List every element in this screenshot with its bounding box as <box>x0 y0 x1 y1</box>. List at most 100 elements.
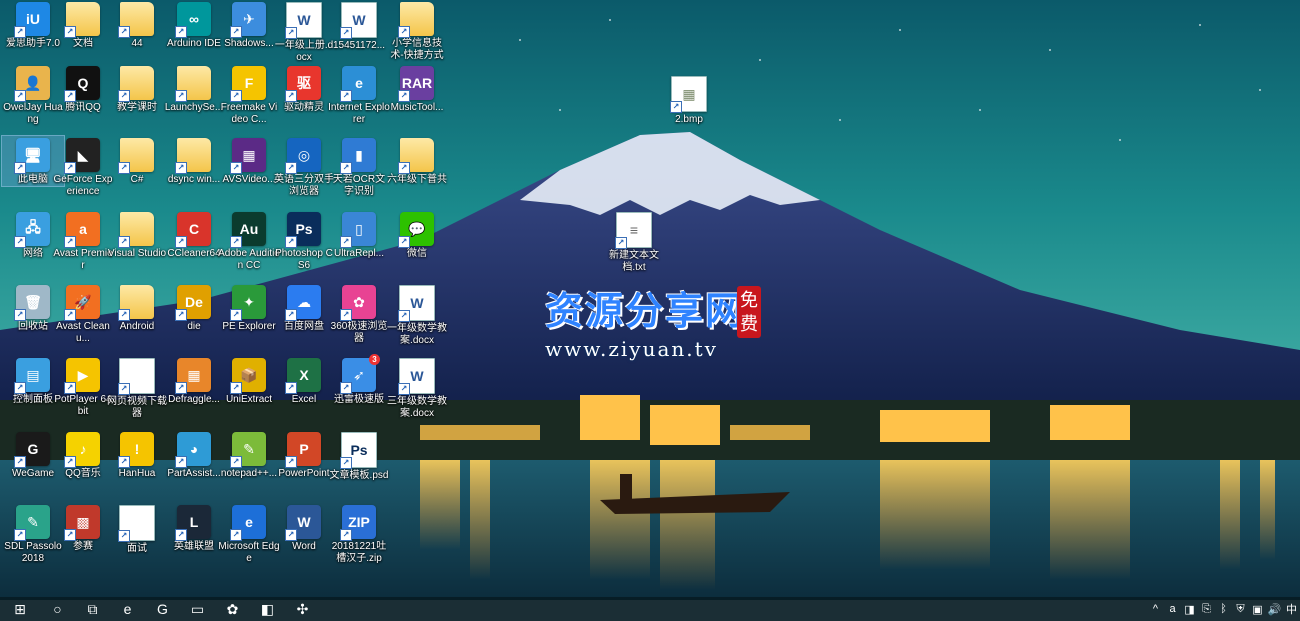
desktop-icon[interactable]: X ↗ Excel <box>273 356 335 406</box>
ime-icon[interactable]: 中 <box>1283 597 1300 621</box>
chevron-up-icon[interactable]: ^ <box>1147 597 1164 621</box>
bluetooth-icon[interactable]: ᛒ <box>1215 597 1232 621</box>
desktop-icon[interactable]: e ↗ Microsoft Edge <box>218 503 280 565</box>
desktop-icon[interactable]: Ps ↗ Photoshop CS6 <box>273 210 335 272</box>
desktop-icon[interactable]: ZIP ↗ 20181221吐槽汉子.zip <box>328 503 390 565</box>
desktop-icon[interactable]: ↗ LaunchySe... <box>163 64 225 114</box>
ultrarepl-icon: ▯ ↗ <box>340 212 376 248</box>
desktop-icon[interactable]: ↗ 六年级下普共 <box>386 136 448 186</box>
cleaner-icon[interactable]: ✣ <box>285 597 320 621</box>
zip-icon: ZIP ↗ <box>340 505 376 541</box>
desktop-icon[interactable]: ▩ ↗ 参赛 <box>52 503 114 553</box>
usb-icon[interactable]: ⎘ <box>1198 597 1215 621</box>
photoshop-icon: Ps ↗ <box>285 212 321 248</box>
desktop-icon[interactable]: ↗ 小学信息技术-快捷方式 <box>386 0 448 62</box>
desktop-icon[interactable]: a ↗ Avast Premier <box>52 210 114 272</box>
shortcut-arrow-icon: ↗ <box>118 236 130 248</box>
desktop-icon[interactable]: ↗ 教学课时 <box>106 64 168 114</box>
desktop-icon[interactable]: ↗ Android <box>106 283 168 333</box>
desktop-icon-label: 六年级下普共 <box>387 174 447 185</box>
avast-icon: a ↗ <box>64 212 100 248</box>
avast-cleanup-tray-icon[interactable]: ◨ <box>1181 597 1198 621</box>
desktop-icon[interactable]: ✈ ↗ Shadows... <box>218 0 280 50</box>
desktop-icon[interactable]: Au ↗ Adobe Audition CC <box>218 210 280 272</box>
desktop-icon[interactable]: RAR ↗ MusicTool... <box>386 64 448 114</box>
desktop-icon[interactable]: 📦 ↗ UniExtract <box>218 356 280 406</box>
desktop-icon[interactable]: ▮ ↗ 天若OCR文字识别 <box>328 136 390 198</box>
desktop-icon-label: 文档 <box>73 38 93 49</box>
desktop-icon[interactable]: W ↗ 15451172... <box>328 0 390 52</box>
desktop-icon[interactable]: W ↗ 三年级数学教案.docx <box>386 356 448 420</box>
desktop-icon[interactable]: ≡ ↗ 新建文本文档.txt <box>603 210 665 274</box>
word-doc-icon: W ↗ <box>340 2 377 39</box>
desktop-icon[interactable]: 🚀 ↗ Avast Cleanu... <box>52 283 114 345</box>
desktop-icon[interactable]: ◕ ↗ PartAssist... <box>163 430 225 480</box>
defraggler-icon: ▦ ↗ <box>175 358 211 394</box>
desktop-icon[interactable]: ▦ ↗ AVSVideo... <box>218 136 280 186</box>
network-tray-icon[interactable]: ▣ <box>1249 597 1266 621</box>
watermark: 资源分享网 www.ziyuan.tv 免费 <box>545 280 761 361</box>
rar-icon: RAR ↗ <box>398 66 434 102</box>
desktop-icon[interactable]: ➶ 3 ↗ 迅雷极速版 <box>328 354 390 406</box>
volume-icon[interactable]: 🔊 <box>1266 597 1283 621</box>
desktop-icon[interactable]: Q ↗ 腾讯QQ <box>52 64 114 114</box>
desktop-icon[interactable]: F ↗ Freemake Video C... <box>218 64 280 126</box>
desktop-icon[interactable]: ◣ ↗ GeForce Experience <box>52 136 114 198</box>
word-doc-icon: W ↗ <box>398 358 435 395</box>
desktop-icon[interactable]: ↗ 44 <box>106 0 168 50</box>
qq-icon: Q ↗ <box>64 66 100 102</box>
word-doc-icon: W ↗ <box>285 2 322 39</box>
system-tray: ^ a ◨ ⎘ ᛒ ⛨ ▣ 🔊 中 <box>1147 597 1300 621</box>
desktop-icon[interactable]: ✿ ↗ 360极速浏览器 <box>328 283 390 345</box>
desktop-icon[interactable]: ▦ ↗ 2.bmp <box>658 74 720 126</box>
file-explorer-icon[interactable]: ▭ <box>180 597 215 621</box>
desktop-icon[interactable]: ✎ ↗ notepad++... <box>218 430 280 480</box>
desktop-icon[interactable]: W ↗ 一年级上册.docx <box>273 0 335 64</box>
desktop-icon[interactable]: ▯ ↗ UltraRepl... <box>328 210 390 260</box>
desktop-icon[interactable]: ♪ ↗ QQ音乐 <box>52 430 114 480</box>
desktop-icon[interactable]: ↗ 面试 <box>106 503 168 555</box>
security-icon[interactable]: ⛨ <box>1232 597 1249 621</box>
desktop-icon[interactable]: W ↗ 一年级数学教案.docx <box>386 283 448 347</box>
desktop-icon[interactable]: ↗ 文档 <box>52 0 114 50</box>
desktop-icon[interactable]: 💬 ↗ 微信 <box>386 210 448 260</box>
shortcut-arrow-icon: ↗ <box>398 90 410 102</box>
app-icon[interactable]: ◧ <box>250 597 285 621</box>
desktop-icon[interactable]: C ↗ CCleaner64 <box>163 210 225 260</box>
windows-start-icon[interactable]: ⊞ <box>0 597 40 621</box>
shortcut-arrow-icon: ↗ <box>398 383 410 395</box>
gomplayer-icon[interactable]: G <box>145 597 180 621</box>
desktop-icon[interactable]: ∞ ↗ Arduino IDE <box>163 0 225 50</box>
shortcut-arrow-icon: ↗ <box>398 236 410 248</box>
desktop-icon-label: 44 <box>131 38 143 49</box>
360-browser-icon[interactable]: ✿ <box>215 597 250 621</box>
desktop-icon[interactable]: ✦ ↗ PE Explorer <box>218 283 280 333</box>
desktop-icon[interactable]: De ↗ die <box>163 283 225 333</box>
desktop-icon[interactable]: Ps ↗ 文章模板.psd <box>328 430 390 482</box>
desktop-icon[interactable]: ↗ 网页视频下载器 <box>106 356 168 420</box>
geforce-icon: ◣ ↗ <box>64 138 100 174</box>
desktop-icon[interactable]: ☁ ↗ 百度网盘 <box>273 283 335 333</box>
desktop-icon-label: notepad++... <box>220 468 278 479</box>
cortana-icon[interactable]: ○ <box>40 597 75 621</box>
shortcut-arrow-icon: ↗ <box>340 90 352 102</box>
desktop-icon[interactable]: ▦ ↗ Defraggle... <box>163 356 225 406</box>
desktop-icon[interactable]: P ↗ PowerPoint <box>273 430 335 480</box>
shortcut-arrow-icon: ↗ <box>340 27 352 39</box>
edge-icon[interactable]: e <box>110 597 145 621</box>
shortcut-arrow-icon: ↗ <box>175 162 187 174</box>
notepadpp-icon: ✎ ↗ <box>230 432 266 468</box>
desktop-icon[interactable]: 驱 ↗ 驱动精灵 <box>273 64 335 114</box>
desktop-icon[interactable]: W ↗ Word <box>273 503 335 553</box>
desktop-icon[interactable]: ↗ Visual Studio <box>106 210 168 260</box>
desktop-icon[interactable]: ↗ dsync win... <box>163 136 225 186</box>
desktop-icon[interactable]: ↗ C# <box>106 136 168 186</box>
desktop-icon[interactable]: ◎ ↗ 英语三分双手浏览器 <box>273 136 335 198</box>
task-view-icon[interactable]: ⧉ <box>75 597 110 621</box>
desktop-icon[interactable]: L ↗ 英雄联盟 <box>163 503 225 553</box>
desktop-icon[interactable]: e ↗ Internet Explorer <box>328 64 390 126</box>
shortcut-arrow-icon: ↗ <box>118 162 130 174</box>
desktop-icon[interactable]: ! ↗ HanHua <box>106 430 168 480</box>
desktop-icon[interactable]: ▶ ↗ PotPlayer 64 bit <box>52 356 114 418</box>
avast-tray-icon[interactable]: a <box>1164 597 1181 621</box>
